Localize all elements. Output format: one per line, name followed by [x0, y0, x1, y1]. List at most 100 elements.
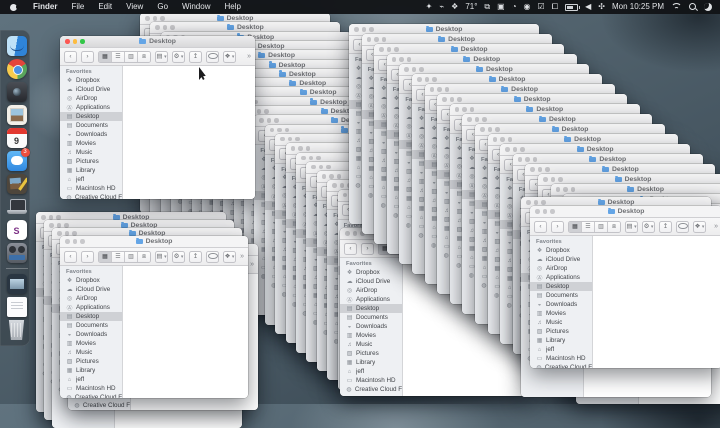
zoom-button[interactable] [72, 231, 77, 236]
dropbox-toolbar-button[interactable]: ❖ [693, 221, 706, 233]
window-content[interactable] [593, 236, 720, 368]
close-button[interactable] [535, 209, 540, 214]
sidebar-item-documents[interactable]: ▤Documents [340, 313, 402, 322]
sidebar-item-applications[interactable]: ⒶApplications [60, 303, 122, 312]
minimize-button[interactable] [543, 209, 548, 214]
sidebar-item-music[interactable]: ♫Music [530, 318, 592, 327]
window-titlebar[interactable]: Desktop [60, 236, 248, 248]
column-view-button[interactable]: ▥ [125, 252, 138, 262]
close-button[interactable] [145, 16, 150, 21]
coverflow-view-button[interactable]: ⧈ [608, 222, 620, 232]
minimize-button[interactable] [49, 215, 54, 220]
sidebar-item-dropbox[interactable]: ❖Dropbox [530, 246, 592, 255]
sidebar-item-macintosh-hd[interactable]: ▭Macintosh HD [340, 376, 402, 385]
dock-laptop-app[interactable] [7, 197, 27, 217]
forward-button[interactable]: › [551, 221, 564, 233]
toolbar-overflow-button[interactable]: » [250, 261, 254, 268]
close-button[interactable] [354, 27, 359, 32]
zoom-button[interactable] [508, 137, 513, 142]
close-button[interactable] [442, 97, 447, 102]
menu-view[interactable]: View [119, 2, 150, 11]
menubar-clock[interactable]: Mon 10:25 PM [612, 0, 664, 14]
close-button[interactable] [404, 67, 409, 72]
sidebar-item-library[interactable]: ▦Library [60, 366, 122, 375]
zoom-button[interactable] [533, 157, 538, 162]
zoom-button[interactable] [571, 187, 576, 192]
zoom-button[interactable] [541, 200, 546, 205]
minimize-button[interactable] [73, 39, 78, 44]
dock-photo-editor[interactable] [7, 174, 27, 194]
sidebar-item-desktop[interactable]: ▤Desktop [60, 312, 122, 321]
close-button[interactable] [480, 127, 485, 132]
list-view-button[interactable]: ☰ [582, 222, 595, 232]
list-view-button[interactable]: ☰ [112, 52, 125, 62]
sidebar-item-movies[interactable]: ▥Movies [530, 309, 592, 318]
sidebar-item-documents[interactable]: ▤Documents [60, 321, 122, 330]
minimize-button[interactable] [267, 118, 272, 123]
sidebar-item-applications[interactable]: ⒶApplications [340, 295, 402, 304]
sidebar-item-music[interactable]: ♫Music [340, 340, 402, 349]
close-button[interactable] [49, 223, 54, 228]
zoom-button[interactable] [80, 239, 85, 244]
minimize-button[interactable] [298, 146, 303, 151]
tags-button[interactable] [676, 221, 689, 233]
zoom-button[interactable] [316, 156, 321, 161]
close-button[interactable] [430, 87, 435, 92]
menu-file[interactable]: File [64, 2, 91, 11]
zoom-button[interactable] [445, 87, 450, 92]
close-button[interactable] [343, 193, 348, 198]
close-button[interactable] [65, 239, 70, 244]
arrange-button[interactable]: ▤ [155, 251, 168, 263]
forward-button[interactable]: › [361, 243, 374, 255]
minimize-button[interactable] [399, 57, 404, 62]
minimize-button[interactable] [374, 37, 379, 42]
volume-icon[interactable]: ◀ [585, 0, 591, 14]
finder-window[interactable]: Desktop ‹ › ▦☰▥⧈ ▤ ⚙ ↥ ❖ » Favorites ❖Dr… [60, 36, 255, 199]
back-button[interactable]: ‹ [64, 51, 77, 63]
minimize-button[interactable] [534, 200, 539, 205]
toolbar-overflow-button[interactable]: » [240, 253, 244, 260]
display-icon[interactable]: ⧠ [552, 0, 558, 14]
fan-icon[interactable]: ✣ [598, 0, 605, 14]
menu-window[interactable]: Window [175, 2, 217, 11]
sidebar-item-dropbox[interactable]: ❖Dropbox [60, 76, 122, 85]
zoom-button[interactable] [495, 127, 500, 132]
timer-icon[interactable]: ◔ [512, 0, 517, 14]
minimize-button[interactable] [462, 107, 467, 112]
sidebar-item-icloud-drive[interactable]: ☁iCloud Drive [530, 255, 592, 264]
tags-button[interactable] [206, 251, 219, 263]
sidebar-item-movies[interactable]: ▥Movies [340, 331, 402, 340]
close-button[interactable] [270, 128, 275, 133]
close-button[interactable] [417, 77, 422, 82]
zoom-button[interactable] [382, 37, 387, 42]
close-button[interactable] [65, 39, 70, 44]
dock-slack[interactable]: S [7, 220, 27, 240]
window-content[interactable] [123, 66, 255, 199]
wifi-icon[interactable] [671, 3, 682, 11]
forward-button[interactable]: › [81, 251, 94, 263]
sidebar-item-creative-cloud-files[interactable]: ◍Creative Cloud Files [340, 385, 402, 394]
close-button[interactable] [467, 117, 472, 122]
zoom-button[interactable] [369, 27, 374, 32]
sidebar-item-pictures[interactable]: ▧Pictures [60, 157, 122, 166]
zoom-button[interactable] [419, 67, 424, 72]
window-icon[interactable]: ⧉ [484, 0, 490, 14]
zoom-button[interactable] [520, 147, 525, 152]
zoom-button[interactable] [56, 215, 61, 220]
sidebar-item-pictures[interactable]: ▧Pictures [340, 349, 402, 358]
minimize-button[interactable] [319, 165, 324, 170]
sidebar-item-creative-cloud-files[interactable]: ◍Creative Cloud Files [68, 401, 130, 410]
finder-window[interactable]: Desktop ‹ › ▦☰▥⧈ ▤ ⚙ ↥ ❖ » Favorites ❖Dr… [60, 236, 248, 398]
sidebar-item-airdrop[interactable]: ◎AirDrop [530, 264, 592, 273]
sidebar-item-creative-cloud-files[interactable]: ◍Creative Cloud Files [60, 193, 122, 199]
toolbar-overflow-button[interactable]: » [247, 53, 251, 60]
dock-messages[interactable]: 3 [7, 151, 27, 171]
list-view-button[interactable]: ☰ [112, 252, 125, 262]
app-icon[interactable]: ✦ [426, 0, 433, 14]
minimize-button[interactable] [551, 177, 556, 182]
minimize-button[interactable] [525, 157, 530, 162]
close-button[interactable] [345, 231, 350, 236]
icon-view-button[interactable]: ▦ [99, 252, 112, 262]
sidebar-item-music[interactable]: ♫Music [60, 348, 122, 357]
minimize-button[interactable] [488, 127, 493, 132]
